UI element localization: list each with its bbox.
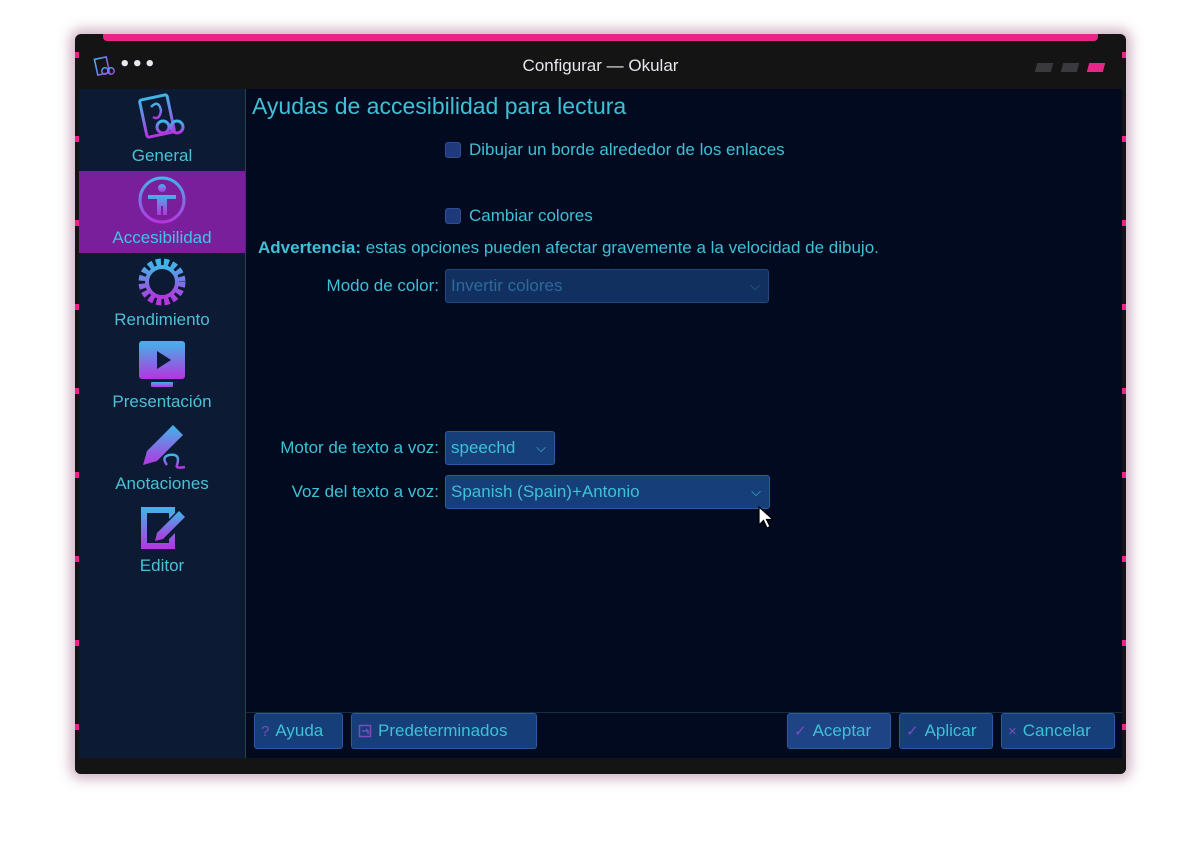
annotations-icon bbox=[143, 425, 186, 469]
sidebar-item-label: Presentación bbox=[112, 392, 212, 411]
change-colors-checkbox[interactable] bbox=[445, 208, 461, 224]
color-mode-value: Invertir colores bbox=[451, 276, 563, 295]
settings-sidebar: General Accesibilidad Rendimiento Presen… bbox=[79, 89, 246, 758]
sidebar-item-annotations[interactable]: Anotaciones bbox=[79, 417, 245, 499]
performance-icon bbox=[138, 258, 186, 306]
apply-button-label: Aplicar bbox=[924, 721, 977, 740]
chevron-down-icon: ⌵ bbox=[751, 484, 761, 499]
tts-engine-select[interactable]: speechd ⌵ bbox=[445, 431, 555, 465]
sidebar-item-accessibility[interactable]: Accesibilidad bbox=[79, 171, 245, 253]
maximize-button[interactable] bbox=[1060, 63, 1080, 72]
config-dialog: ••• Configurar — Okular General Accesibi… bbox=[75, 34, 1126, 774]
tts-voice-label: Voz del texto a voz: bbox=[291, 482, 439, 501]
defaults-button-label: Predeterminados bbox=[378, 721, 508, 740]
window-bottom-border bbox=[75, 759, 1126, 774]
cancel-icon: × bbox=[1008, 722, 1017, 740]
sidebar-item-label: Editor bbox=[139, 556, 185, 575]
accept-button[interactable]: ✓ Aceptar bbox=[787, 713, 891, 749]
window-title: Configurar — Okular bbox=[522, 56, 679, 75]
sidebar-item-general[interactable]: General bbox=[79, 89, 245, 171]
sidebar-item-label: Rendimiento bbox=[114, 310, 210, 329]
tts-engine-label: Motor de texto a voz: bbox=[280, 438, 439, 457]
sidebar-item-label: Anotaciones bbox=[115, 474, 209, 493]
apply-button[interactable]: ✓ Aplicar bbox=[899, 713, 993, 749]
minimize-button[interactable] bbox=[1034, 63, 1054, 72]
help-button-label: Ayuda bbox=[275, 721, 324, 740]
sidebar-item-label: Accesibilidad bbox=[112, 228, 212, 247]
change-colors-checkbox-row[interactable]: Cambiar colores bbox=[445, 205, 593, 227]
cancel-button-label: Cancelar bbox=[1022, 721, 1091, 740]
chevron-down-icon: ⌵ bbox=[750, 278, 760, 293]
help-button[interactable]: ? Ayuda bbox=[254, 713, 343, 749]
page-title: Ayudas de accesibilidad para lectura bbox=[252, 93, 627, 119]
draw-border-label[interactable]: Dibujar un borde alrededor de los enlace… bbox=[469, 140, 785, 160]
help-icon: ? bbox=[261, 722, 270, 740]
check-icon: ✓ bbox=[906, 723, 919, 740]
window-accent-bar bbox=[103, 34, 1098, 41]
change-colors-label[interactable]: Cambiar colores bbox=[469, 206, 593, 226]
draw-border-checkbox-row[interactable]: Dibujar un borde alrededor de los enlace… bbox=[445, 139, 785, 161]
draw-border-checkbox[interactable] bbox=[445, 142, 461, 158]
close-button[interactable] bbox=[1086, 63, 1106, 72]
titlebar: ••• Configurar — Okular bbox=[75, 48, 1126, 88]
defaults-button[interactable]: Predeterminados bbox=[351, 713, 537, 749]
accessibility-page: Ayudas de accesibilidad para lectura Dib… bbox=[246, 89, 1122, 758]
sidebar-item-presentation[interactable]: Presentación bbox=[79, 335, 245, 417]
check-icon: ✓ bbox=[794, 723, 807, 740]
warning-bold: Advertencia: bbox=[258, 238, 361, 257]
warning-text: Advertencia: estas opciones pueden afect… bbox=[258, 238, 879, 258]
cancel-button[interactable]: × Cancelar bbox=[1001, 713, 1115, 749]
warning-message: estas opciones pueden afectar gravemente… bbox=[360, 238, 879, 257]
sidebar-item-performance[interactable]: Rendimiento bbox=[79, 253, 245, 335]
presentation-icon bbox=[139, 341, 185, 387]
sidebar-item-editor[interactable]: Editor bbox=[79, 499, 245, 581]
editor-icon bbox=[141, 507, 185, 549]
general-icon bbox=[138, 93, 185, 139]
chevron-down-icon: ⌵ bbox=[536, 440, 546, 455]
tts-engine-value: speechd bbox=[451, 438, 516, 457]
mouse-pointer-icon bbox=[758, 506, 775, 529]
accept-button-label: Aceptar bbox=[812, 721, 872, 740]
sidebar-item-label: General bbox=[131, 146, 193, 165]
color-mode-label: Modo de color: bbox=[326, 276, 439, 295]
tts-voice-select[interactable]: Spanish (Spain)+Antonio ⌵ bbox=[445, 475, 770, 509]
window-border-right bbox=[1122, 52, 1126, 744]
color-mode-select: Invertir colores ⌵ bbox=[445, 269, 769, 303]
restore-defaults-icon bbox=[358, 724, 372, 738]
tts-voice-value: Spanish (Spain)+Antonio bbox=[451, 482, 640, 501]
accessibility-icon bbox=[138, 176, 186, 224]
